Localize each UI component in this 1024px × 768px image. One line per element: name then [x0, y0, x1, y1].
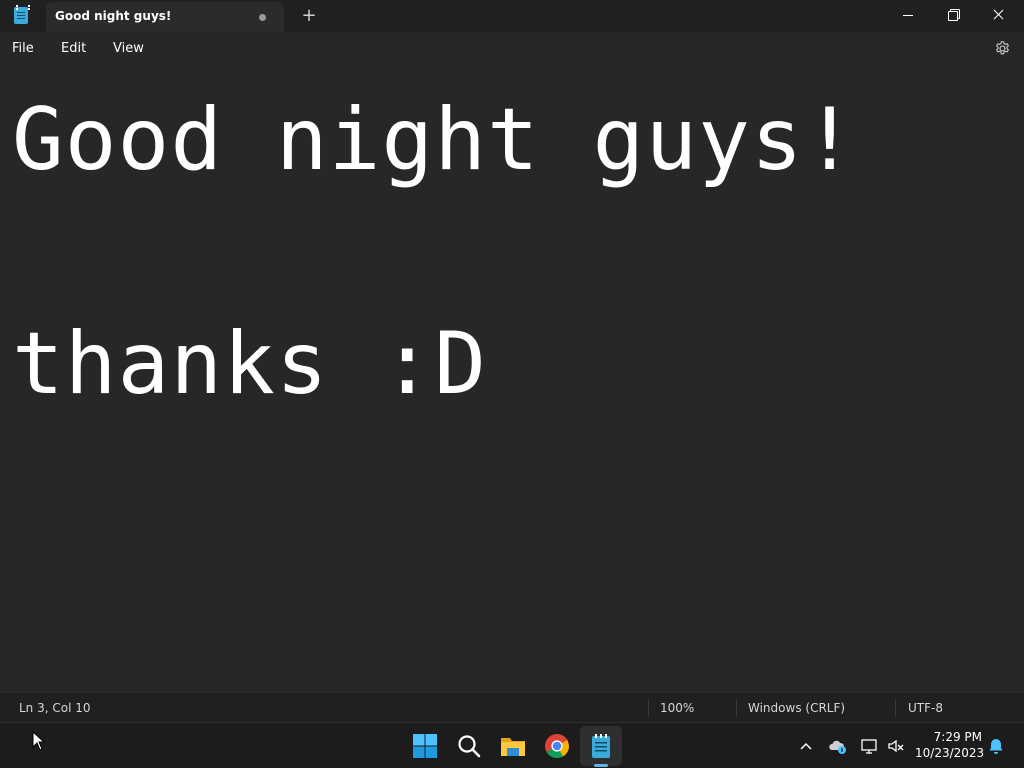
clock-time[interactable]: 7:29 PM: [920, 730, 982, 744]
notification-bell-icon[interactable]: [986, 736, 1006, 756]
menu-view[interactable]: View: [113, 41, 144, 56]
onedrive-icon[interactable]: [828, 736, 848, 756]
menu-file[interactable]: File: [12, 41, 34, 56]
file-explorer-icon[interactable]: [498, 731, 528, 761]
notepad-icon[interactable]: [586, 731, 616, 761]
status-divider: [736, 699, 737, 717]
tab-document[interactable]: Good night guys!: [46, 2, 284, 32]
status-divider: [895, 699, 896, 717]
editor-line-3: thanks :D: [12, 314, 487, 414]
text-editor[interactable]: Good night guys! thanks :D: [0, 66, 1024, 692]
menu-bar: File Edit View: [0, 32, 1024, 66]
menu-edit[interactable]: Edit: [61, 41, 86, 56]
editor-line-1: Good night guys!: [12, 90, 857, 190]
chevron-up-icon[interactable]: [796, 736, 816, 756]
close-button[interactable]: [977, 0, 1023, 32]
tab-title: Good night guys!: [55, 9, 172, 23]
unsaved-dot-icon[interactable]: [259, 14, 266, 21]
search-icon[interactable]: [454, 731, 484, 761]
status-bar: Ln 3, Col 10 100% Windows (CRLF) UTF-8: [0, 692, 1024, 722]
title-bar: Good night guys! +: [0, 0, 1024, 32]
minimize-button[interactable]: [886, 0, 932, 32]
taskbar: 7:29 PM 10/23/2023: [0, 722, 1024, 768]
encoding[interactable]: UTF-8: [908, 701, 943, 715]
zoom-level[interactable]: 100%: [660, 701, 694, 715]
notepad-icon: [14, 5, 30, 24]
active-app-indicator: [594, 764, 608, 767]
cursor-position: Ln 3, Col 10: [19, 701, 91, 715]
network-icon[interactable]: [860, 736, 880, 756]
chrome-icon[interactable]: [542, 731, 572, 761]
new-tab-button[interactable]: +: [300, 6, 318, 26]
start-icon[interactable]: [410, 731, 440, 761]
line-ending[interactable]: Windows (CRLF): [748, 701, 845, 715]
restore-button[interactable]: [931, 0, 977, 32]
mouse-cursor-icon: [32, 731, 46, 751]
status-divider: [648, 699, 649, 717]
clock-date[interactable]: 10/23/2023: [915, 746, 984, 760]
gear-icon[interactable]: [994, 40, 1011, 57]
volume-muted-icon[interactable]: [886, 736, 906, 756]
